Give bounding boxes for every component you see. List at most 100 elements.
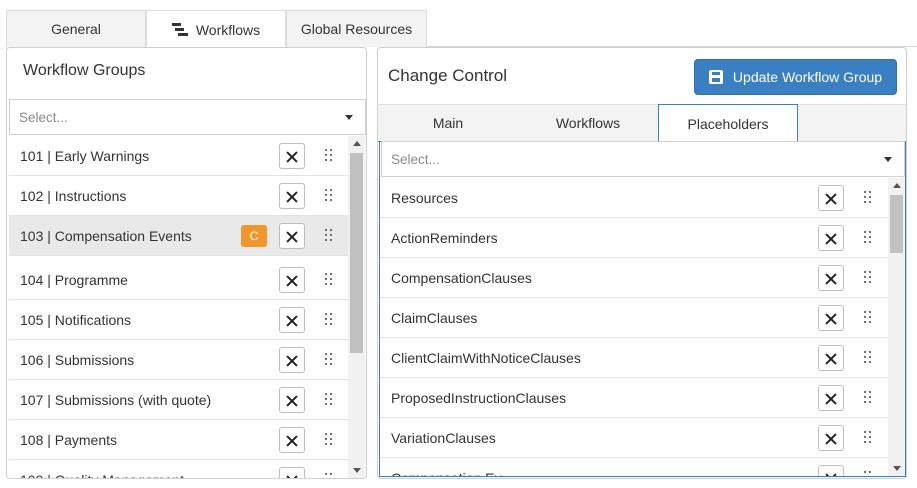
list-item-label: VariationClauses bbox=[391, 429, 496, 446]
list-item-label: Resources bbox=[391, 189, 458, 206]
list-item[interactable]: VariationClauses bbox=[380, 418, 888, 458]
remove-item-button[interactable] bbox=[279, 347, 305, 373]
list-item-label: 105 | Notifications bbox=[20, 311, 132, 328]
chevron-down-icon bbox=[884, 157, 892, 162]
list-item-label: CompensationClauses bbox=[391, 269, 532, 286]
drag-handle-icon[interactable] bbox=[325, 433, 333, 445]
list-item-label: 106 | Submissions bbox=[20, 351, 135, 368]
workflow-group-scrollbar[interactable] bbox=[348, 136, 365, 478]
tab-global-resources[interactable]: Global Resources bbox=[286, 10, 427, 47]
drag-handle-icon[interactable] bbox=[325, 229, 333, 241]
workflow-group-select-placeholder: Select... bbox=[19, 109, 68, 125]
tab-main[interactable]: Main bbox=[378, 104, 518, 142]
update-workflow-group-button[interactable]: Update Workflow Group bbox=[694, 59, 897, 95]
list-item-label: 101 | Early Warnings bbox=[20, 147, 150, 164]
list-item[interactable]: 101 | Early Warnings bbox=[9, 136, 348, 176]
remove-item-button[interactable] bbox=[279, 427, 305, 453]
list-item[interactable]: Resources bbox=[380, 178, 888, 218]
remove-item-button[interactable] bbox=[279, 267, 305, 293]
remove-item-button[interactable] bbox=[818, 465, 844, 476]
drag-handle-icon[interactable] bbox=[325, 393, 333, 405]
drag-handle-icon[interactable] bbox=[325, 149, 333, 161]
workflow-group-select[interactable]: Select... bbox=[9, 99, 366, 135]
drag-handle-icon[interactable] bbox=[864, 471, 872, 476]
list-item[interactable]: 106 | Submissions bbox=[9, 340, 348, 380]
remove-item-button[interactable] bbox=[279, 307, 305, 333]
placeholder-list: Resources ActionReminders CompensationClau… bbox=[380, 178, 888, 476]
list-item-label: 103 | Compensation Events bbox=[20, 227, 192, 244]
list-item[interactable]: 108 | Payments bbox=[9, 420, 348, 460]
list-item[interactable]: 103 | Compensation Events C bbox=[9, 216, 348, 256]
list-item[interactable]: ActionReminders bbox=[380, 218, 888, 258]
drag-handle-icon[interactable] bbox=[325, 189, 333, 201]
remove-item-button[interactable] bbox=[818, 425, 844, 451]
drag-handle-icon[interactable] bbox=[864, 351, 872, 363]
tab-sub-workflows-label: Workflows bbox=[555, 115, 621, 131]
tab-strip-filler bbox=[798, 104, 906, 142]
change-control-tabs: Main Workflows Placeholders bbox=[378, 104, 906, 142]
tab-workflows[interactable]: Workflows bbox=[146, 10, 286, 48]
list-item[interactable]: ClientClaimWithNoticeClauses bbox=[380, 338, 888, 378]
list-item[interactable]: 105 | Notifications bbox=[9, 300, 348, 340]
remove-item-button[interactable] bbox=[279, 467, 305, 478]
tab-placeholders[interactable]: Placeholders bbox=[658, 104, 798, 142]
list-item[interactable]: 109 | Quality Management bbox=[9, 460, 348, 478]
remove-item-button[interactable] bbox=[818, 185, 844, 211]
list-item-label: Compensation Ev... bbox=[391, 470, 512, 477]
list-item[interactable]: ClaimClauses bbox=[380, 298, 888, 338]
top-tab-bar: General Workflows Global Resources bbox=[6, 10, 917, 48]
list-item-label: 102 | Instructions bbox=[20, 187, 127, 204]
list-item[interactable]: ProposedInstructionClauses bbox=[380, 378, 888, 418]
drag-handle-icon[interactable] bbox=[864, 431, 872, 443]
save-icon bbox=[708, 70, 723, 84]
drag-handle-icon[interactable] bbox=[325, 353, 333, 365]
remove-item-button[interactable] bbox=[818, 345, 844, 371]
drag-handle-icon[interactable] bbox=[325, 473, 333, 478]
workflow-group-list: 101 | Early Warnings 102 | Instructions 10… bbox=[9, 136, 348, 478]
list-item[interactable]: 102 | Instructions bbox=[9, 176, 348, 216]
remove-item-button[interactable] bbox=[279, 183, 305, 209]
drag-handle-icon[interactable] bbox=[325, 313, 333, 325]
tab-general[interactable]: General bbox=[6, 10, 146, 47]
list-item-label: ClientClaimWithNoticeClauses bbox=[391, 349, 581, 366]
drag-handle-icon[interactable] bbox=[864, 231, 872, 243]
list-item-label: ClaimClauses bbox=[391, 309, 478, 326]
remove-item-button[interactable] bbox=[279, 223, 305, 249]
placeholder-scrollbar[interactable] bbox=[888, 178, 905, 476]
chevron-down-icon bbox=[345, 115, 353, 120]
list-item[interactable]: 104 | Programme bbox=[9, 260, 348, 300]
drag-handle-icon[interactable] bbox=[864, 391, 872, 403]
workflow-group-scroll-thumb[interactable] bbox=[350, 153, 363, 353]
list-item-label: 108 | Payments bbox=[20, 431, 118, 448]
list-item[interactable]: Compensation Ev... bbox=[380, 458, 888, 476]
remove-item-button[interactable] bbox=[279, 387, 305, 413]
status-badge: C bbox=[241, 225, 267, 247]
workflow-groups-panel: Workflow Groups Select... 101 | Early Wa… bbox=[6, 47, 367, 479]
list-item[interactable]: CompensationClauses bbox=[380, 258, 888, 298]
placeholder-select[interactable]: Select... bbox=[381, 141, 905, 177]
tab-general-label: General bbox=[51, 21, 101, 37]
workflow-groups-title: Workflow Groups bbox=[23, 62, 146, 79]
drag-handle-icon[interactable] bbox=[864, 271, 872, 283]
scroll-up-icon[interactable] bbox=[352, 141, 361, 146]
change-control-panel: Change Control Update Workflow Group Mai… bbox=[377, 47, 907, 479]
drag-handle-icon[interactable] bbox=[864, 311, 872, 323]
remove-item-button[interactable] bbox=[818, 305, 844, 331]
workflow-icon bbox=[171, 22, 188, 37]
placeholder-select-placeholder: Select... bbox=[391, 151, 440, 167]
remove-item-button[interactable] bbox=[279, 143, 305, 169]
scroll-up-icon[interactable] bbox=[892, 183, 901, 188]
scroll-down-icon[interactable] bbox=[892, 466, 901, 471]
remove-item-button[interactable] bbox=[818, 225, 844, 251]
list-item[interactable]: 107 | Submissions (with quote) bbox=[9, 380, 348, 420]
change-control-title: Change Control bbox=[388, 66, 508, 85]
tab-sub-workflows[interactable]: Workflows bbox=[518, 104, 658, 142]
drag-handle-icon[interactable] bbox=[325, 273, 333, 285]
drag-handle-icon[interactable] bbox=[864, 191, 872, 203]
scroll-down-icon[interactable] bbox=[352, 468, 361, 473]
remove-item-button[interactable] bbox=[818, 265, 844, 291]
list-item-label: 104 | Programme bbox=[20, 271, 128, 288]
placeholder-scroll-thumb[interactable] bbox=[890, 195, 903, 253]
remove-item-button[interactable] bbox=[818, 385, 844, 411]
tab-global-resources-label: Global Resources bbox=[300, 21, 413, 37]
